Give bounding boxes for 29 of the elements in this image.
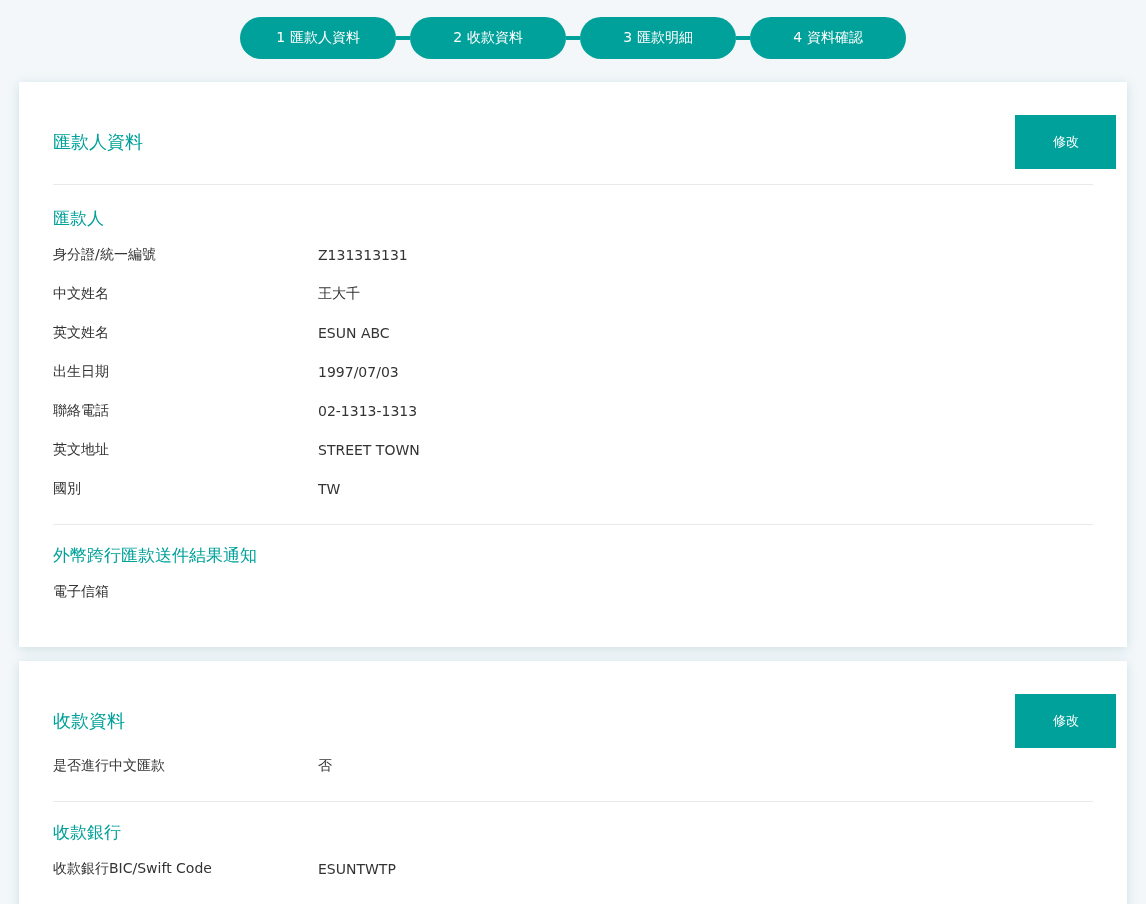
field-label: 英文姓名 xyxy=(53,323,110,342)
field-value: ESUNTWTP xyxy=(318,860,396,877)
step-tab[interactable]: 3 匯款明細 xyxy=(580,17,736,59)
field-value: STREET TOWN xyxy=(318,441,420,458)
section-title: 收款資料 xyxy=(53,709,125,733)
field-label: 身分證/統一編號 xyxy=(53,245,157,264)
section-title: 匯款人資料 xyxy=(53,130,143,154)
group-heading: 收款銀行 xyxy=(53,821,122,844)
step-tab[interactable]: 2 收款資料 xyxy=(410,17,566,59)
field-label: 中文姓名 xyxy=(53,284,110,303)
field-label: 收款銀行BIC/Swift Code xyxy=(53,859,213,878)
field-value: 否 xyxy=(318,756,332,775)
field-label: 聯絡電話 xyxy=(53,401,110,420)
field-label: 出生日期 xyxy=(53,362,110,381)
field-value: ESUN ABC xyxy=(318,324,390,341)
field-label: 英文地址 xyxy=(53,440,110,459)
field-label: 電子信箱 xyxy=(53,582,110,601)
field-value: TW xyxy=(318,480,341,497)
field-value: Z131313131 xyxy=(318,246,408,263)
group-heading: 外幣跨行匯款送件結果通知 xyxy=(53,544,258,567)
field-value: 1997/07/03 xyxy=(318,363,399,380)
edit-button[interactable]: 修改 xyxy=(1015,115,1116,169)
step-tab[interactable]: 4 資料確認 xyxy=(750,17,906,59)
group-heading: 匯款人 xyxy=(53,207,105,230)
field-value: 王大千 xyxy=(318,284,360,303)
field-value: 02-1313-1313 xyxy=(318,402,418,419)
step-tab[interactable]: 1 匯款人資料 xyxy=(240,17,396,59)
field-label: 是否進行中文匯款 xyxy=(53,756,166,775)
field-label: 國別 xyxy=(53,479,82,498)
